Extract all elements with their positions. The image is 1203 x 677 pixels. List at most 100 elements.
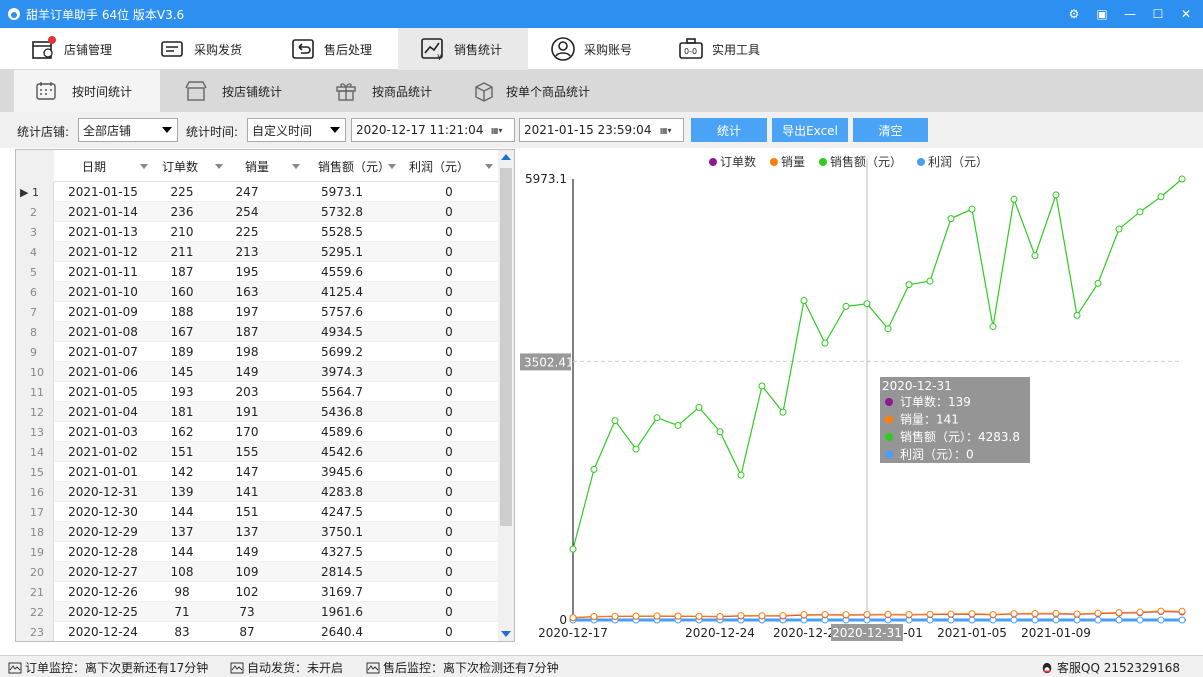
cell-qty: 170 [235, 425, 259, 439]
subtab-by-product[interactable]: 按商品统计 [334, 70, 454, 112]
cell-amount: 4327.5 [321, 545, 363, 559]
cell-profit: 0 [445, 365, 453, 379]
tab-sales-stats[interactable]: ¥ 销售统计 [398, 28, 528, 70]
cell-profit: 0 [445, 445, 453, 459]
table-row[interactable]: 12 2021-01-04 181 191 5436.8 0 [16, 402, 499, 422]
cell-qty: 197 [235, 305, 259, 319]
cell-amount: 5528.5 [321, 225, 363, 239]
start-datetime-picker[interactable]: 2020-12-17 11:21:04 ▦▾ [351, 118, 515, 142]
table-row[interactable]: 20 2020-12-27 108 109 2814.5 0 [16, 562, 499, 582]
cell-qty: 213 [235, 245, 259, 259]
table-row[interactable]: 18 2020-12-29 137 137 3750.1 0 [16, 522, 499, 542]
table-row[interactable]: 4 2021-01-12 211 213 5295.1 0 [16, 242, 499, 262]
table-row[interactable]: 14 2021-01-02 151 155 4542.6 0 [16, 442, 499, 462]
scrollbar-thumb[interactable] [500, 168, 512, 526]
tab-purchase-account[interactable]: 采购账号 [550, 28, 650, 70]
data-point [884, 610, 892, 618]
row-number: 7 [16, 302, 54, 322]
table-row[interactable]: 3 2021-01-13 210 225 5528.5 0 [16, 222, 499, 242]
minimize-button[interactable]: — [1117, 4, 1143, 24]
calendar-icon [34, 79, 58, 103]
sort-icon[interactable] [485, 164, 493, 169]
column-header-amount[interactable]: 销售额（元） [318, 150, 390, 182]
cell-date: 2021-01-13 [68, 225, 138, 239]
maximize-button[interactable]: ☐ [1145, 4, 1171, 24]
table-row[interactable]: ▶ 1 2021-01-15 225 247 5973.1 0 [16, 182, 499, 202]
cell-date: 2021-01-14 [68, 205, 138, 219]
table-row[interactable]: 16 2020-12-31 139 141 4283.8 0 [16, 482, 499, 502]
data-point [1178, 607, 1186, 615]
table-row[interactable]: 7 2021-01-09 188 197 5757.6 0 [16, 302, 499, 322]
sub-tab-bar: 按时间统计 按店铺统计 按商品统计 按单个商品统计 [0, 70, 1203, 112]
table-row[interactable]: 23 2020-12-24 83 87 2640.4 0 [16, 622, 499, 641]
table-row[interactable]: 9 2021-01-07 189 198 5699.2 0 [16, 342, 499, 362]
x-tick-label: 2020-12-17 [538, 626, 608, 640]
sort-icon[interactable] [292, 164, 300, 169]
clear-button[interactable]: 清空 [853, 118, 928, 142]
cell-orders: 193 [170, 385, 194, 399]
tab-tools[interactable]: 0-0 实用工具 [678, 28, 778, 70]
table-row[interactable]: 19 2020-12-28 144 149 4327.5 0 [16, 542, 499, 562]
stat-button[interactable]: 统计 [691, 118, 767, 142]
cell-profit: 0 [445, 325, 453, 339]
table-row[interactable]: 22 2020-12-25 71 73 1961.6 0 [16, 602, 499, 622]
column-header-qty[interactable]: 销量 [245, 150, 269, 182]
calendar-dropdown-icon[interactable]: ▦▾ [660, 124, 680, 136]
subtab-label: 按时间统计 [72, 84, 133, 99]
chevron-down-icon [162, 127, 172, 133]
tab-purchase-ship[interactable]: 采购发货 [160, 28, 260, 70]
export-excel-button[interactable]: 导出Excel [772, 118, 848, 142]
end-datetime-picker[interactable]: 2021-01-15 23:59:04 ▦▾ [519, 118, 684, 142]
store-select[interactable]: 全部店铺 [78, 118, 178, 142]
table-row[interactable]: 11 2021-01-05 193 203 5564.7 0 [16, 382, 499, 402]
calendar-dropdown-icon[interactable]: ▦▾ [491, 124, 511, 136]
table-row[interactable]: 21 2020-12-26 98 102 3169.7 0 [16, 582, 499, 602]
scroll-up-icon[interactable] [501, 154, 511, 160]
data-point [863, 611, 871, 619]
tooltip-line: 销量：141 [900, 413, 959, 427]
cell-date: 2021-01-06 [68, 365, 138, 379]
row-number: 9 [16, 342, 54, 362]
time-select-value: 自定义时间 [252, 123, 313, 138]
qq-support[interactable]: 客服QQ 2152329168 [1040, 659, 1180, 676]
table-row[interactable]: 17 2020-12-30 144 151 4247.5 0 [16, 502, 499, 522]
subtab-by-single-product[interactable]: 按单个商品统计 [472, 70, 612, 112]
sort-icon[interactable] [215, 164, 223, 169]
settings-gear-icon[interactable]: ⚙ [1061, 4, 1087, 24]
sort-icon[interactable] [388, 164, 396, 169]
table-row[interactable]: 6 2021-01-10 160 163 4125.4 0 [16, 282, 499, 302]
cell-qty: 149 [235, 545, 259, 559]
cell-date: 2021-01-01 [68, 465, 138, 479]
table-row[interactable]: 5 2021-01-11 187 195 4559.6 0 [16, 262, 499, 282]
table-row[interactable]: 13 2021-01-03 162 170 4589.6 0 [16, 422, 499, 442]
cell-qty: 247 [235, 185, 259, 199]
column-header-orders[interactable]: 订单数 [162, 150, 198, 182]
subtab-by-store[interactable]: 按店铺统计 [184, 70, 304, 112]
cell-profit: 0 [445, 545, 453, 559]
close-button[interactable]: ✕ [1173, 4, 1199, 24]
table-row[interactable]: 15 2021-01-01 142 147 3945.6 0 [16, 462, 499, 482]
column-header-profit[interactable]: 利润（元） [409, 150, 469, 182]
sort-icon[interactable] [140, 164, 148, 169]
cell-qty: 195 [235, 265, 259, 279]
data-point [1178, 175, 1186, 183]
table-scrollbar[interactable] [498, 150, 514, 641]
subtab-by-time[interactable]: 按时间统计 [14, 70, 160, 112]
table-row[interactable]: 10 2021-01-06 145 149 3974.3 0 [16, 362, 499, 382]
cell-orders: 167 [170, 325, 194, 339]
table-row[interactable]: 2 2021-01-14 236 254 5732.8 0 [16, 202, 499, 222]
column-header-date[interactable]: 日期 [82, 150, 106, 182]
skin-icon[interactable]: ▣ [1089, 4, 1115, 24]
table-row[interactable]: 8 2021-01-08 167 187 4934.5 0 [16, 322, 499, 342]
data-point [968, 205, 976, 213]
box-icon [472, 79, 496, 103]
cell-date: 2021-01-11 [68, 265, 138, 279]
scroll-down-icon[interactable] [501, 631, 511, 637]
cell-qty: 109 [235, 565, 259, 579]
tab-store-management[interactable]: 店铺管理 [30, 28, 140, 70]
time-select[interactable]: 自定义时间 [247, 118, 346, 142]
tab-after-sale[interactable]: 售后处理 [290, 28, 390, 70]
cell-profit: 0 [445, 225, 453, 239]
cell-amount: 5732.8 [321, 205, 363, 219]
data-point [758, 612, 766, 620]
